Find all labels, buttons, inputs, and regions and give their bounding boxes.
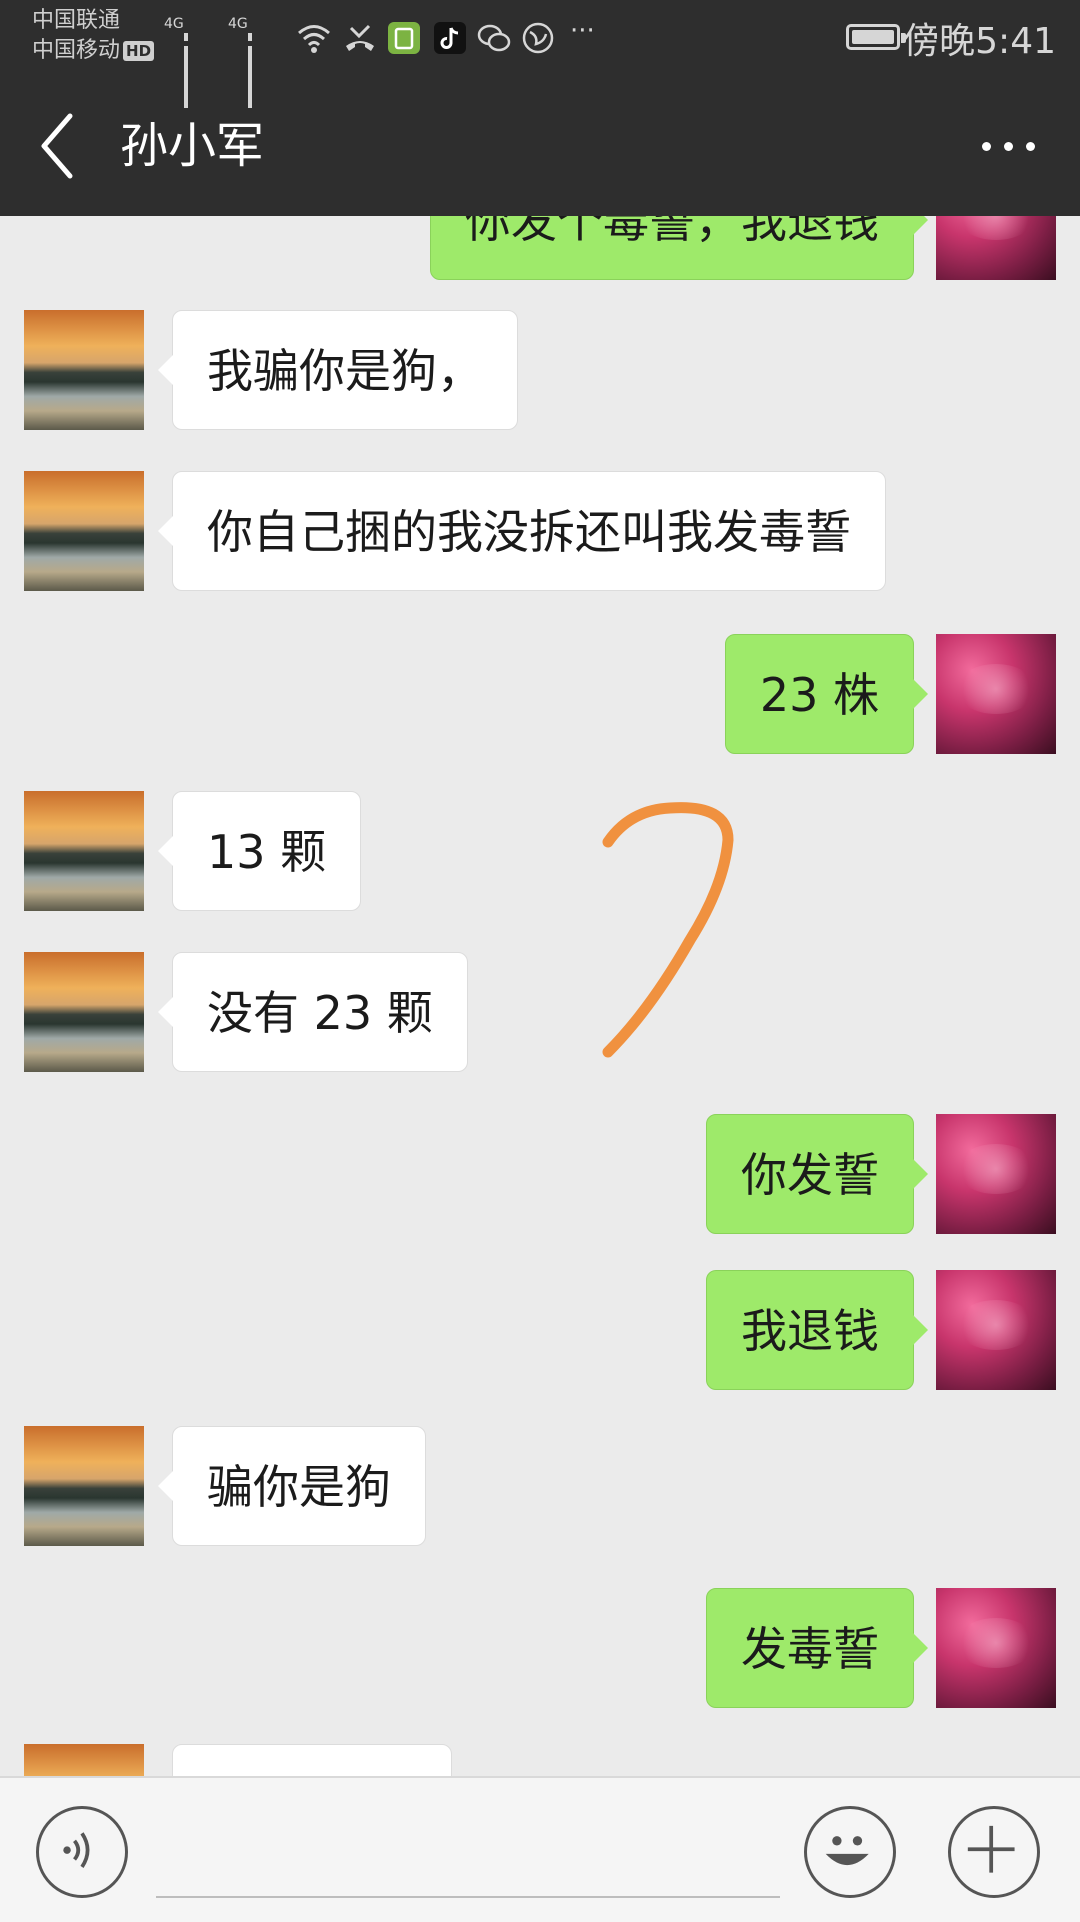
- carrier-1: 中国联通: [32, 8, 121, 33]
- message-bubble-sent[interactable]: 我退钱: [706, 1270, 928, 1390]
- network-type: 4G: [228, 16, 248, 32]
- wechat-icon: [477, 24, 511, 52]
- message-bubble-received[interactable]: [172, 1744, 452, 1776]
- avatar-contact[interactable]: [24, 791, 144, 911]
- voice-icon: [63, 1832, 90, 1868]
- avatar-contact[interactable]: [24, 310, 144, 430]
- message-bubble-sent[interactable]: 你发个毒誓，我退钱: [430, 216, 928, 280]
- status-bar: 中国联通 中国移动 HD 4G 4G ··· 傍晚5:41: [0, 0, 1080, 108]
- missed-call-icon: [346, 24, 374, 51]
- avatar-self[interactable]: [936, 634, 1056, 754]
- avatar-self[interactable]: [936, 1588, 1056, 1708]
- message-bubble-received[interactable]: 13 颗: [157, 791, 362, 911]
- chat-header: 孙小军: [0, 76, 1080, 216]
- emoji-icon: [825, 1836, 869, 1866]
- back-arrow-icon[interactable]: [36, 110, 80, 182]
- carrier-2: 中国移动: [32, 38, 121, 63]
- chat-title: 孙小军: [120, 118, 265, 174]
- message-bubble-sent[interactable]: 23 株: [724, 634, 929, 754]
- message-bubble-received[interactable]: 骗你是狗: [158, 1426, 426, 1546]
- avatar-self[interactable]: [936, 1114, 1056, 1234]
- message-input[interactable]: [156, 1896, 780, 1898]
- voice-button[interactable]: [36, 1806, 128, 1898]
- clock: 傍晚5:41: [903, 21, 1056, 62]
- avatar-self[interactable]: [936, 1270, 1056, 1390]
- clipboard-app-icon: [388, 22, 420, 54]
- avatar-contact[interactable]: [24, 952, 144, 1072]
- battery-icon: [846, 24, 906, 50]
- carrier-info: 中国联通 中国移动 HD: [32, 6, 155, 66]
- avatar-self[interactable]: [936, 216, 1056, 280]
- top-bar: 中国联通 中国移动 HD 4G 4G ··· 傍晚5:41 孙小军: [0, 0, 1080, 216]
- input-bar: [0, 1776, 1080, 1922]
- browser-icon: [522, 22, 554, 54]
- avatar-contact[interactable]: [24, 471, 144, 591]
- message-bubble-received[interactable]: 我骗你是狗，: [158, 310, 518, 430]
- hd-badge: HD: [123, 41, 155, 61]
- message-bubble-sent[interactable]: 发毒誓: [706, 1588, 928, 1708]
- message-bubble-received[interactable]: 没有 23 颗: [158, 952, 468, 1072]
- annotation-stroke: [602, 802, 734, 1058]
- network-type: 4G: [164, 16, 184, 32]
- more-notifications: ···: [570, 16, 595, 46]
- avatar-contact[interactable]: [24, 1744, 144, 1776]
- message-list[interactable]: 你发个毒誓，我退钱 我骗你是狗， 你自己捆的我没拆还叫我发毒誓 23 株 13 …: [0, 216, 1080, 1776]
- emoji-button[interactable]: [804, 1806, 896, 1898]
- more-options-button[interactable]: [980, 124, 1040, 168]
- message-bubble-sent[interactable]: 你发誓: [706, 1114, 928, 1234]
- plus-button[interactable]: [948, 1806, 1040, 1898]
- message-bubble-received[interactable]: 你自己捆的我没拆还叫我发毒誓: [158, 471, 886, 591]
- tiktok-icon: [434, 22, 466, 54]
- avatar-contact[interactable]: [24, 1426, 144, 1546]
- plus-icon: [967, 1825, 1015, 1873]
- wifi-icon: [298, 25, 330, 53]
